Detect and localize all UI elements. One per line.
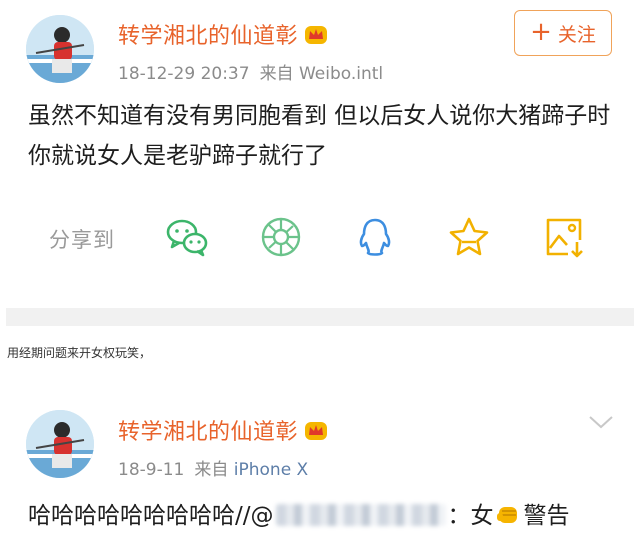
post-text: 虽然不知道有没有男同胞看到 但以后女人说你大猪蹄子时 你就说女人是老驴蹄子就行了 <box>28 103 611 169</box>
vip-crown-icon <box>305 26 328 44</box>
post-source: Weibo.intl <box>298 64 384 84</box>
qq-icon[interactable] <box>352 214 398 260</box>
avatar[interactable] <box>26 410 94 478</box>
share-label: 分享到 <box>49 228 115 252</box>
source-prefix: 来自 <box>194 460 229 480</box>
vip-crown-icon <box>305 422 328 440</box>
plus-icon: + <box>530 16 552 47</box>
username-text[interactable]: 转学湘北的仙道彰 <box>118 420 298 445</box>
source-prefix: 来自 <box>259 64 294 84</box>
avatar[interactable] <box>26 15 94 83</box>
post-meta: 18-9-11 来自 iPhone X <box>118 455 308 480</box>
moments-icon[interactable] <box>258 214 304 260</box>
follow-label: 关注 <box>557 23 596 46</box>
post-meta: 18-12-29 20:37 来自 Weibo.intl <box>118 59 383 84</box>
share-bar: 分享到 <box>0 212 640 262</box>
caption-text: 用经期问题来开女权玩笑， <box>7 346 152 360</box>
chevron-down-icon[interactable] <box>588 414 614 430</box>
username[interactable]: 转学湘北的仙道彰 <box>118 18 328 50</box>
post-time: 18-12-29 20:37 <box>118 64 250 84</box>
post-source[interactable]: iPhone X <box>234 460 308 480</box>
comment-text-start: 哈哈哈哈哈哈哈哈哈//@ <box>28 503 274 529</box>
comment-text: 哈哈哈哈哈哈哈哈哈//@ ：女 警告 <box>28 496 570 530</box>
username[interactable]: 转学湘北的仙道彰 <box>118 414 328 446</box>
follow-button[interactable]: + 关注 <box>514 10 612 56</box>
save-image-icon[interactable] <box>542 214 588 260</box>
post-time: 18-9-11 <box>118 460 185 480</box>
redacted-mention <box>275 504 446 526</box>
username-text[interactable]: 转学湘北的仙道彰 <box>118 24 298 49</box>
comment-text-end: 警告 <box>523 503 570 529</box>
favorite-star-icon[interactable] <box>446 214 492 260</box>
divider-band <box>6 308 634 326</box>
fist-emoji-icon <box>496 507 517 523</box>
comment-text-middle: ：女 <box>447 503 494 529</box>
wechat-icon[interactable] <box>164 214 210 260</box>
